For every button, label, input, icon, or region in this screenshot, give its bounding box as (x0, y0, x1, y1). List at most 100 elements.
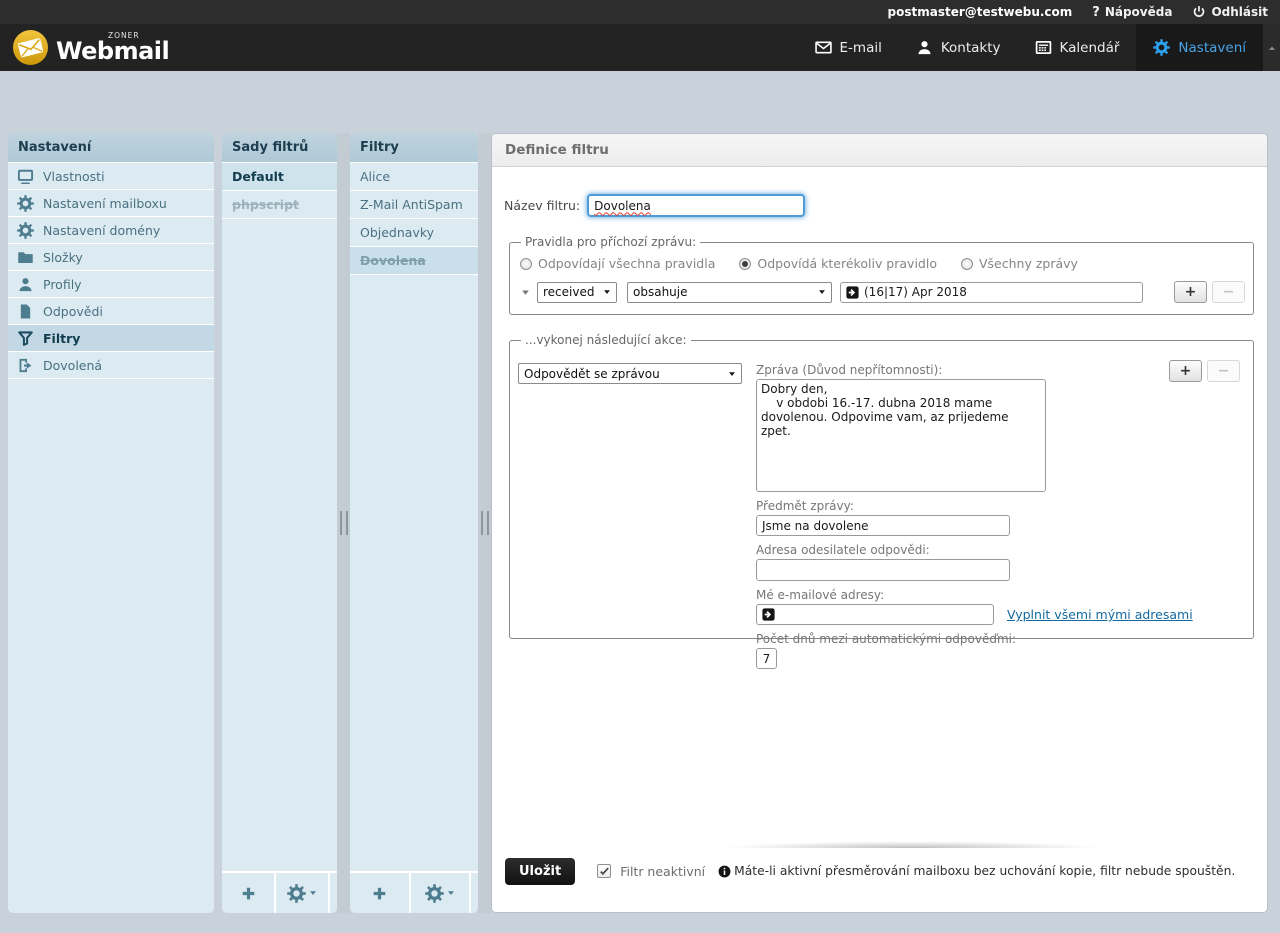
exit-icon (17, 357, 34, 374)
filter-item-objednavky[interactable]: Objednavky (350, 219, 478, 247)
gear-icon (425, 884, 444, 903)
logout-link[interactable]: Odhlásit (1192, 5, 1268, 19)
settings-column-title: Nastavení (8, 133, 214, 163)
brand-logo[interactable]: ZONER Webmail (0, 24, 169, 71)
gear-icon (17, 195, 34, 212)
sidebar-item-filtry[interactable]: Filtry (8, 325, 214, 352)
filter-set-item-phpscript[interactable]: phpscript (222, 191, 337, 219)
calendar-icon (1035, 39, 1052, 56)
filter-set-item-default[interactable]: Default (222, 163, 337, 191)
sidebar-item-profily[interactable]: Profily (8, 271, 214, 298)
footer-shadow (702, 839, 1122, 848)
webmail-logo-icon (12, 29, 49, 66)
my-addresses-input[interactable] (756, 604, 994, 625)
envelope-icon (815, 39, 832, 56)
sidebar-item-slozky[interactable]: Složky (8, 244, 214, 271)
insert-icon[interactable] (762, 608, 775, 621)
plus-icon (241, 886, 256, 901)
grip-icon (481, 511, 489, 535)
select-arrow-icon (603, 288, 611, 296)
filter-name-input[interactable]: Dovolena (587, 194, 805, 217)
sidebar-item-nastaveni-mailboxu[interactable]: Nastavení mailboxu (8, 190, 214, 217)
filter-name-label: Název filtru: (504, 198, 580, 213)
sidebar-item-dovolena[interactable]: Dovolená (8, 352, 214, 379)
filter-inactive-label: Filtr neaktivní (620, 864, 705, 879)
add-rule-button[interactable]: + (1174, 281, 1207, 303)
filters-list: AliceZ-Mail AntiSpamObjednavkyDovolena (350, 163, 478, 275)
radio-odpovidaji-vsechna-pravidla[interactable]: Odpovídají všechna pravidla (520, 256, 715, 271)
subject-input[interactable]: Jsme na dovolene (756, 515, 1010, 536)
filter-item-z-mail-antispam[interactable]: Z-Mail AntiSpam (350, 191, 478, 219)
content-area: Nastavení VlastnostiNastavení mailboxuNa… (0, 71, 1280, 933)
account-email: postmaster@testwebu.com (888, 5, 1073, 19)
remove-action-button: − (1207, 360, 1240, 382)
sidebar-item-odpovedi[interactable]: Odpovědi (8, 298, 214, 325)
collapse-rule-icon[interactable] (521, 288, 530, 297)
gear-icon (17, 222, 34, 239)
filter-actions-button[interactable] (411, 873, 470, 913)
filters-column: Filtry AliceZ-Mail AntiSpamObjednavkyDov… (350, 133, 478, 913)
settings-list: VlastnostiNastavení mailboxuNastavení do… (8, 163, 214, 379)
user-icon (916, 39, 933, 56)
settings-column: Nastavení VlastnostiNastavení mailboxuNa… (8, 133, 214, 913)
add-filter-button[interactable] (350, 873, 409, 913)
filter-item-alice[interactable]: Alice (350, 163, 478, 191)
tab-kontakty[interactable]: Kontakty (899, 24, 1018, 71)
match-mode-radios: Odpovídají všechna pravidla Odpovídá kter… (520, 256, 1245, 271)
caret-down-icon (309, 889, 317, 897)
rule-condition-select[interactable]: obsahuje (627, 282, 832, 303)
days-input[interactable]: 7 (756, 648, 777, 669)
radio-vsechny-zpravy[interactable]: Všechny zprávy (961, 256, 1078, 271)
filter-inactive-checkbox[interactable] (597, 864, 611, 878)
sidebar-item-nastaveni-domeny[interactable]: Nastavení domény (8, 217, 214, 244)
footer-note: Máte-li aktivní přesměrování mailboxu be… (734, 864, 1235, 878)
splitter-2[interactable] (478, 133, 491, 913)
scroll-up-button[interactable] (1263, 24, 1280, 71)
tab-kalendar[interactable]: Kalendář (1018, 24, 1137, 71)
help-link[interactable]: ? Nápověda (1092, 5, 1172, 20)
sender-input[interactable] (756, 559, 1010, 581)
brand-webmail: Webmail (56, 39, 169, 63)
radio-icon (520, 258, 532, 270)
radio-odpovida-kterekoliv-pravidlo[interactable]: Odpovídá kterékoliv pravidlo (739, 256, 937, 271)
check-icon (599, 866, 610, 877)
tab-nastaveni[interactable]: Nastavení (1136, 24, 1263, 71)
add-action-button[interactable]: + (1169, 360, 1202, 382)
rules-fieldset: Pravidla pro příchozí zprávu: Odpovídají… (509, 235, 1254, 315)
gear-icon (287, 884, 306, 903)
radio-icon (961, 258, 973, 270)
splitter-1[interactable] (337, 133, 350, 913)
filters-toolbar (350, 871, 478, 913)
filter-sets-column: Sady filtrů Defaultphpscript (222, 133, 337, 913)
filter-sets-toolbar (222, 871, 337, 913)
select-arrow-icon (818, 288, 826, 296)
question-icon: ? (1092, 5, 1100, 20)
rule-field-select[interactable]: received (537, 282, 617, 303)
document-icon (17, 303, 34, 320)
actions-legend: ...vykonej následující akce: (521, 333, 691, 347)
gear-icon (1153, 39, 1170, 56)
navbar: ZONER Webmail E-mailKontaktyKalendářNast… (0, 24, 1280, 71)
save-button[interactable]: Uložit (505, 858, 575, 885)
my-addresses-label: Mé e-mailové adresy: (756, 588, 1216, 602)
fill-addresses-link[interactable]: Vyplnit všemi mými adresami (1007, 607, 1193, 622)
subject-label: Předmět zprávy: (756, 499, 1216, 513)
action-type-select[interactable]: Odpovědět se zprávou (518, 363, 742, 384)
monitor-icon (17, 168, 34, 185)
filter-item-dovolena[interactable]: Dovolena (350, 247, 478, 275)
panel-footer: Uložit Filtr neaktivní Máte-li aktivní p… (492, 848, 1267, 894)
filter-set-actions-button[interactable] (276, 873, 328, 913)
sidebar-item-vlastnosti[interactable]: Vlastnosti (8, 163, 214, 190)
days-label: Počet dnů mezi automatickými odpověďmi: (756, 632, 1216, 646)
filter-sets-title: Sady filtrů (222, 133, 337, 163)
tab-e-mail[interactable]: E-mail (798, 24, 899, 71)
user-icon (17, 276, 34, 293)
message-textarea[interactable]: Dobry den, v obdobi 16.-17. dubna 2018 m… (756, 379, 1046, 492)
caret-down-icon (447, 889, 455, 897)
folder-icon (17, 249, 34, 266)
filter-editor-panel: Definice filtru Název filtru: Dovolena P… (491, 133, 1268, 913)
insert-icon[interactable] (846, 286, 859, 299)
info-icon (718, 865, 731, 878)
rule-value-input[interactable]: (16|17) Apr 2018 (840, 282, 1143, 303)
add-filter-set-button[interactable] (222, 873, 274, 913)
